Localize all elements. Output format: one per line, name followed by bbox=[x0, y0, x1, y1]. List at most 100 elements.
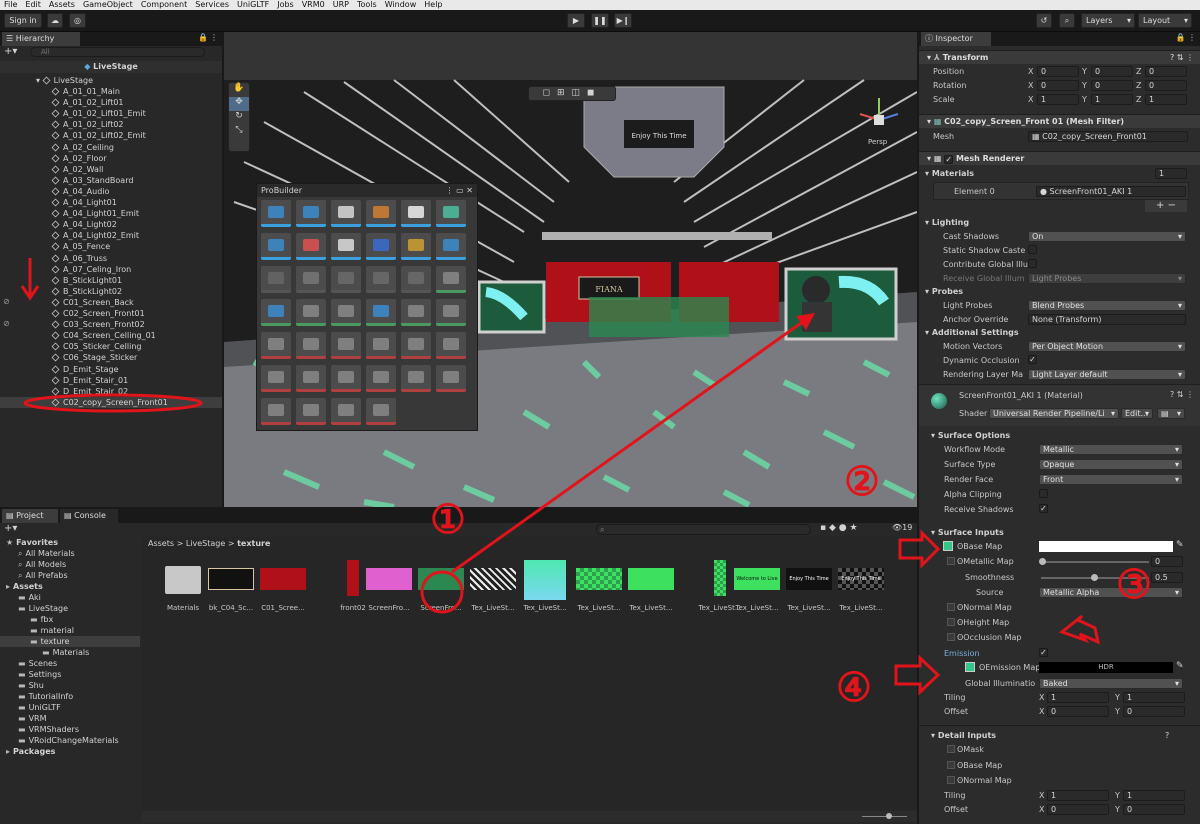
mesh-renderer-header[interactable]: ▾ ▦ ✓ Mesh Renderer bbox=[919, 151, 1200, 165]
motion-vectors-dropdown[interactable]: Per Object Motion bbox=[1028, 341, 1186, 352]
surface-inputs-section[interactable]: ▾ Surface Inputs bbox=[931, 528, 1004, 537]
detail-base-map-slot[interactable] bbox=[947, 761, 955, 769]
asset-thumbnail[interactable]: Enjoy This Time bbox=[786, 568, 832, 590]
project-tree-item[interactable]: ⌕ All Materials bbox=[0, 548, 140, 559]
probuilder-tool-button[interactable] bbox=[401, 332, 431, 359]
detail-inputs-section[interactable]: ▾ Detail Inputs bbox=[931, 731, 996, 740]
hierarchy-item[interactable]: A_01_01_Main bbox=[0, 86, 222, 97]
hierarchy-item[interactable]: A_01_02_Lift02_Emit bbox=[0, 130, 222, 141]
hierarchy-item[interactable]: A_04_Light01_Emit bbox=[0, 208, 222, 219]
breadcrumb-texture[interactable]: texture bbox=[237, 539, 270, 548]
transform-header[interactable]: ▾ ⅄ Transform? ⇅ ⋮ bbox=[919, 50, 1200, 64]
detail-offset-x-field[interactable]: 0 bbox=[1047, 804, 1109, 815]
scale-field[interactable]: 1 bbox=[1037, 94, 1079, 105]
metallic-value-field[interactable]: 0 bbox=[1151, 556, 1183, 567]
emission-eyedropper-icon[interactable]: ✎ bbox=[1176, 661, 1184, 671]
probuilder-tool-button[interactable] bbox=[261, 332, 291, 359]
probuilder-tool-button[interactable] bbox=[261, 365, 291, 392]
add-icon[interactable]: +▾ bbox=[4, 46, 17, 57]
materials-label[interactable]: ▾ Materials bbox=[925, 169, 974, 178]
layers-dropdown[interactable]: Layers bbox=[1081, 13, 1135, 28]
asset-thumbnail[interactable] bbox=[260, 568, 306, 590]
probuilder-tool-button[interactable] bbox=[261, 200, 291, 227]
shader-options-dropdown[interactable]: ▤ bbox=[1157, 408, 1185, 419]
probuilder-tool-button[interactable] bbox=[296, 299, 326, 326]
move-tool-icon[interactable]: ✥ bbox=[229, 97, 249, 111]
rotation-field[interactable]: 0 bbox=[1145, 80, 1187, 91]
probuilder-tool-button[interactable] bbox=[261, 299, 291, 326]
tab-inspector[interactable]: ⓘ Inspector bbox=[921, 32, 991, 46]
menu-item[interactable]: URP bbox=[333, 0, 349, 9]
probuilder-tool-button[interactable] bbox=[401, 266, 431, 293]
step-button[interactable]: ▶❙ bbox=[614, 13, 632, 28]
hierarchy-item[interactable]: A_07_Celing_Iron bbox=[0, 264, 222, 275]
project-tree-item[interactable]: ▬ Scenes bbox=[0, 658, 140, 669]
menu-item[interactable]: Tools bbox=[357, 0, 377, 9]
menu-item[interactable]: Jobs bbox=[277, 0, 294, 9]
cloud-icon[interactable]: ☁ bbox=[47, 13, 63, 28]
hierarchy-item[interactable]: C02_Screen_Front01 bbox=[0, 308, 222, 319]
asset-thumbnail[interactable] bbox=[418, 568, 464, 590]
asset-thumbnail[interactable] bbox=[208, 568, 254, 590]
emission-color-field[interactable]: HDR bbox=[1039, 662, 1173, 673]
hierarchy-item[interactable]: A_04_Light02_Emit bbox=[0, 230, 222, 241]
create-add-icon[interactable]: +▾ bbox=[4, 523, 17, 534]
hand-tool-icon[interactable]: ✋ bbox=[229, 83, 249, 97]
alpha-clipping-checkbox[interactable] bbox=[1039, 489, 1048, 498]
height-map-slot[interactable] bbox=[947, 618, 955, 626]
height-map-label[interactable]: ʘHeight Map bbox=[957, 618, 1009, 627]
probuilder-tool-button[interactable] bbox=[331, 299, 361, 326]
project-tree-item[interactable]: ▬ material bbox=[0, 625, 140, 636]
probuilder-tool-button[interactable] bbox=[331, 365, 361, 392]
visibility-hidden-icon[interactable]: ⊘ bbox=[3, 319, 10, 328]
probuilder-tool-button[interactable] bbox=[401, 299, 431, 326]
metallic-slider-thumb[interactable] bbox=[1039, 558, 1046, 565]
hierarchy-item[interactable]: D_Emit_Stair_02 bbox=[0, 386, 222, 397]
menu-item[interactable]: Help bbox=[424, 0, 442, 9]
probuilder-tool-button[interactable] bbox=[436, 266, 466, 293]
position-field[interactable]: 0 bbox=[1145, 66, 1187, 77]
hidden-packages-count[interactable]: 👁19 bbox=[892, 523, 912, 532]
probuilder-tool-button[interactable] bbox=[331, 398, 361, 425]
menu-item[interactable]: Assets bbox=[49, 0, 75, 9]
hierarchy-item[interactable]: A_01_02_Lift01 bbox=[0, 97, 222, 108]
asset-thumbnail[interactable]: Enjoy This Time bbox=[838, 568, 884, 590]
asset-thumbnail[interactable] bbox=[366, 568, 412, 590]
asset-thumbnail[interactable] bbox=[347, 560, 359, 596]
menu-item[interactable]: Window bbox=[385, 0, 417, 9]
hierarchy-item[interactable]: A_02_Wall bbox=[0, 164, 222, 175]
rotation-field[interactable]: 0 bbox=[1037, 80, 1079, 91]
additional-settings-section[interactable]: ▾ Additional Settings bbox=[925, 328, 1019, 337]
probuilder-tool-button[interactable] bbox=[366, 200, 396, 227]
probuilder-tool-button[interactable] bbox=[296, 332, 326, 359]
probuilder-tool-button[interactable] bbox=[401, 200, 431, 227]
probuilder-tool-button[interactable] bbox=[331, 266, 361, 293]
tiling-x-field[interactable]: 1 bbox=[1047, 692, 1109, 703]
sign-in-button[interactable]: Sign in bbox=[4, 13, 42, 28]
project-tree-item[interactable]: ⌕ All Prefabs bbox=[0, 570, 140, 581]
history-icon[interactable]: ↺ bbox=[1036, 13, 1052, 28]
probuilder-tool-button[interactable] bbox=[401, 233, 431, 260]
inspector-more-icon[interactable]: 🔒 ⋮ bbox=[1175, 33, 1196, 42]
project-tree-item[interactable]: ▬ Materials bbox=[0, 647, 140, 658]
materials-add-remove[interactable]: + − bbox=[1145, 200, 1187, 212]
asset-thumbnail[interactable] bbox=[714, 560, 726, 596]
tab-hierarchy[interactable]: ☰ Hierarchy bbox=[2, 32, 80, 46]
probuilder-tool-button[interactable] bbox=[261, 233, 291, 260]
mask-label[interactable]: ʘMask bbox=[957, 745, 984, 754]
receive-gi-dropdown[interactable]: Light Probes bbox=[1028, 273, 1186, 284]
zoom-slider-thumb[interactable] bbox=[886, 813, 892, 819]
detail-offset-y-field[interactable]: 0 bbox=[1123, 804, 1185, 815]
surface-type-dropdown[interactable]: Opaque bbox=[1039, 459, 1183, 470]
layout-dropdown[interactable]: Layout bbox=[1138, 13, 1192, 28]
asset-thumbnail[interactable] bbox=[576, 568, 622, 590]
project-tree-item[interactable]: ▬ Aki bbox=[0, 592, 140, 603]
workflow-mode-dropdown[interactable]: Metallic bbox=[1039, 444, 1183, 455]
material-menu-icon[interactable]: ? ⇅ ⋮ bbox=[1170, 390, 1194, 399]
hierarchy-item[interactable]: D_Emit_Stage bbox=[0, 364, 222, 375]
hierarchy-item[interactable]: A_03_StandBoard bbox=[0, 175, 222, 186]
hierarchy-search-input[interactable] bbox=[30, 47, 205, 57]
breadcrumb-livestage[interactable]: LiveStage bbox=[186, 539, 225, 548]
probuilder-tool-button[interactable] bbox=[296, 398, 326, 425]
scale-field[interactable]: 1 bbox=[1091, 94, 1133, 105]
